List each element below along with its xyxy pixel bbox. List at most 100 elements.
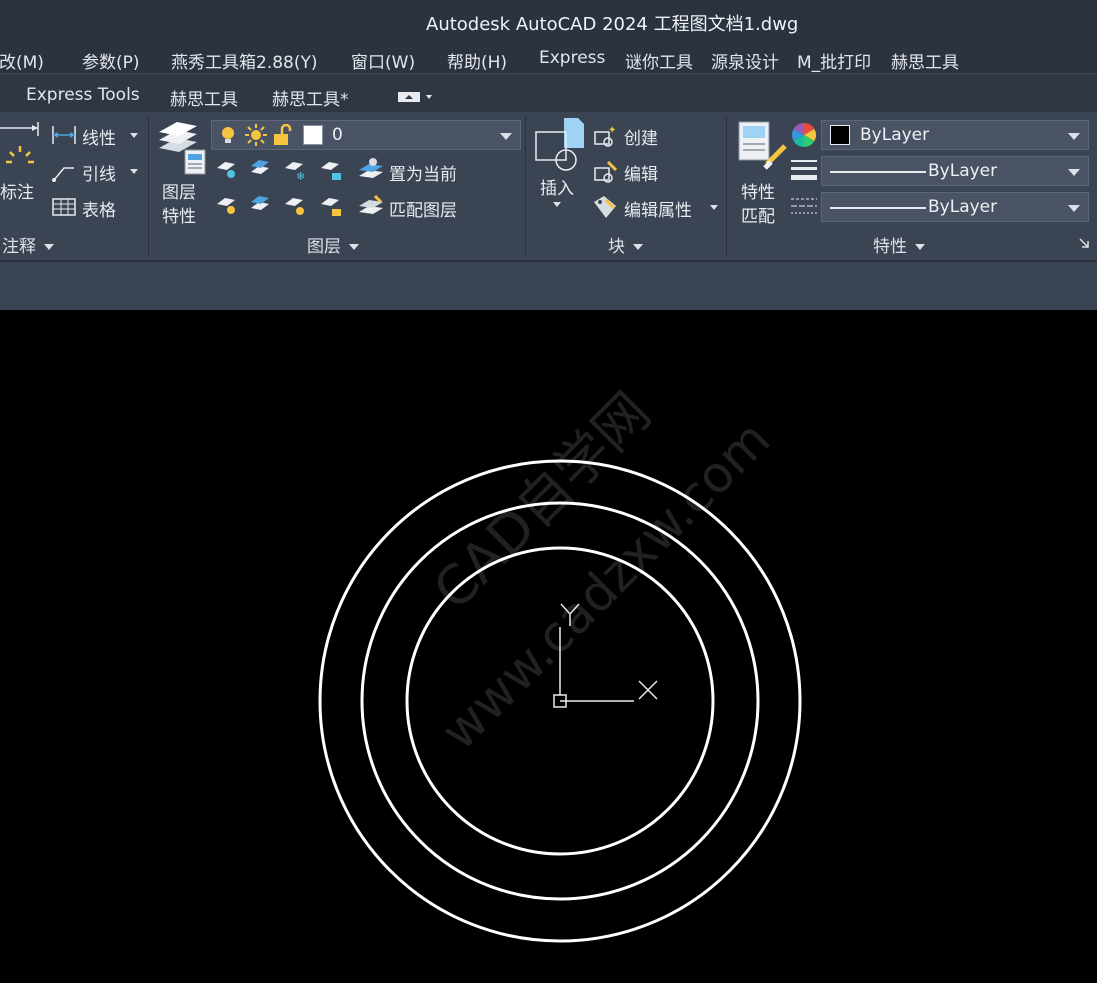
leader-dropdown-icon[interactable] (130, 169, 138, 174)
sun-icon (245, 124, 267, 146)
table-icon[interactable] (52, 198, 76, 216)
chevron-down-icon (44, 244, 54, 250)
menu-express[interactable]: Express (539, 48, 605, 68)
color-wheel-icon[interactable] (791, 122, 817, 148)
menu-window[interactable]: 窗口(W) (351, 48, 415, 73)
block-panel-title[interactable]: 块 (608, 232, 643, 257)
annotation-title-text: 注释 (2, 237, 36, 257)
leader-label[interactable]: 引线 (82, 160, 116, 185)
table-label[interactable]: 表格 (82, 196, 116, 221)
linear-dropdown-icon[interactable] (130, 133, 138, 138)
linetype-sample (830, 207, 926, 209)
linetype-icon[interactable] (791, 196, 817, 216)
insert-dropdown-icon[interactable] (553, 202, 561, 207)
insert-label[interactable]: 插入 (540, 174, 574, 199)
layer-lock-icon[interactable] (319, 158, 343, 182)
layer-dropdown[interactable]: 0 (211, 120, 521, 150)
properties-panel: 特性 匹配 ByLayer ByLayer ByLayer 特性 (727, 112, 1097, 260)
match-layer-icon[interactable] (357, 192, 385, 220)
edit-label[interactable]: 编辑 (624, 160, 658, 185)
ribbon: 标注 线性 引线 表格 注释 图层 特性 0 ❄ 置为当前 匹配图层 图层 插入… (0, 112, 1097, 260)
chevron-down-icon (633, 244, 643, 250)
layer-thaw-icon[interactable] (283, 194, 307, 218)
drawing-canvas[interactable]: CAD自学网 www.cadzxw.com (0, 310, 1097, 983)
create-block-icon[interactable]: ✦ (594, 124, 618, 148)
tab-hesi-tools[interactable]: 赫思工具 (170, 85, 238, 110)
annotation-panel: 标注 线性 引线 表格 注释 (0, 112, 148, 260)
edit-attributes-icon[interactable] (592, 194, 618, 220)
layers-panel: 图层 特性 0 ❄ 置为当前 匹配图层 图层 (149, 112, 525, 260)
ribbon-bottom-strip (0, 260, 1097, 310)
dimension-label[interactable]: 标注 (0, 178, 34, 203)
linear-label[interactable]: 线性 (82, 124, 116, 149)
leader-icon[interactable] (52, 162, 76, 182)
ribbon-tabs: Express Tools 赫思工具 赫思工具* (0, 74, 1097, 112)
menu-mini-tools[interactable]: 谜你工具 (625, 48, 693, 73)
edit-block-icon[interactable] (594, 160, 618, 184)
layer-unlock-icon[interactable] (319, 194, 343, 218)
dimension-icon[interactable] (0, 122, 42, 174)
match-properties-label-1[interactable]: 特性 (741, 178, 775, 203)
menu-hesi-tools[interactable]: 赫思工具 (891, 48, 959, 73)
tab-hesi-tools-modified[interactable]: 赫思工具* (272, 85, 349, 110)
tab-express-tools[interactable]: Express Tools (26, 85, 140, 105)
create-label[interactable]: 创建 (624, 124, 658, 149)
linetype-value: ByLayer (928, 197, 998, 217)
chevron-down-icon (915, 244, 925, 250)
menu-modify[interactable]: 修改(M) (0, 48, 44, 73)
properties-title-text: 特性 (873, 237, 907, 257)
layer-isolate-icon[interactable] (249, 158, 273, 182)
make-current-icon[interactable] (357, 156, 385, 184)
menu-parameters[interactable]: 参数(P) (82, 48, 140, 73)
layer-off-icon[interactable] (215, 158, 239, 182)
lineweight-sample (830, 171, 926, 173)
match-properties-icon[interactable] (737, 120, 787, 174)
title-bar: Autodesk AutoCAD 2024 工程图文档1.dwg (0, 0, 1097, 42)
ucs-icon (553, 603, 658, 708)
lineweight-dropdown[interactable]: ByLayer (821, 156, 1089, 186)
chevron-down-icon (1068, 169, 1080, 176)
insert-block-icon[interactable] (534, 118, 584, 176)
current-layer-value: 0 (332, 125, 343, 145)
layer-properties-label-2[interactable]: 特性 (162, 202, 196, 227)
linear-dimension-icon[interactable] (52, 126, 76, 144)
drawing-svg (318, 459, 802, 943)
properties-panel-title[interactable]: 特性 (873, 232, 925, 257)
annotation-panel-title[interactable]: 注释 (2, 232, 54, 257)
edit-attributes-label[interactable]: 编辑属性 (624, 196, 692, 221)
make-current-label[interactable]: 置为当前 (389, 160, 457, 185)
panel-launcher-icon[interactable] (1079, 238, 1089, 248)
block-title-text: 块 (608, 237, 625, 257)
menu-help[interactable]: 帮助(H) (447, 48, 507, 73)
layers-panel-title[interactable]: 图层 (307, 232, 359, 257)
layer-properties-label-1[interactable]: 图层 (162, 178, 196, 203)
window-title: Autodesk AutoCAD 2024 工程图文档1.dwg (426, 14, 799, 35)
layer-properties-icon[interactable] (157, 120, 207, 176)
menu-bar: 修改(M) 参数(P) 燕秀工具箱2.88(Y) 窗口(W) 帮助(H) Exp… (0, 42, 1097, 74)
unlock-icon (274, 124, 292, 145)
match-properties-label-2[interactable]: 匹配 (741, 202, 775, 227)
match-layer-label[interactable]: 匹配图层 (389, 196, 457, 221)
linetype-dropdown[interactable]: ByLayer (821, 192, 1089, 222)
color-swatch (830, 125, 850, 145)
color-dropdown[interactable]: ByLayer (821, 120, 1089, 150)
edit-attributes-dropdown-icon[interactable] (710, 205, 718, 210)
chevron-down-icon (1068, 133, 1080, 140)
menu-yuanquan-design[interactable]: 源泉设计 (711, 48, 779, 73)
layer-color-swatch (303, 125, 323, 145)
lightbulb-icon (222, 127, 234, 143)
layer-unisolate-icon[interactable] (249, 194, 273, 218)
color-value: ByLayer (860, 125, 930, 145)
chevron-down-icon (500, 133, 512, 140)
layers-title-text: 图层 (307, 237, 341, 257)
chevron-down-icon (1068, 205, 1080, 212)
menu-batch-print[interactable]: M_批打印 (797, 48, 871, 73)
block-panel: 插入 ✦ 创建 编辑 编辑属性 块 (526, 112, 726, 260)
layer-on-icon[interactable] (215, 194, 239, 218)
menu-yanxiu-toolbox[interactable]: 燕秀工具箱2.88(Y) (171, 48, 318, 73)
layer-freeze-icon[interactable]: ❄ (283, 158, 307, 182)
lineweight-icon[interactable] (791, 158, 817, 182)
svg-text:✦: ✦ (608, 125, 616, 136)
chevron-down-icon (349, 244, 359, 250)
ribbon-minimize-icon[interactable] (398, 91, 434, 103)
